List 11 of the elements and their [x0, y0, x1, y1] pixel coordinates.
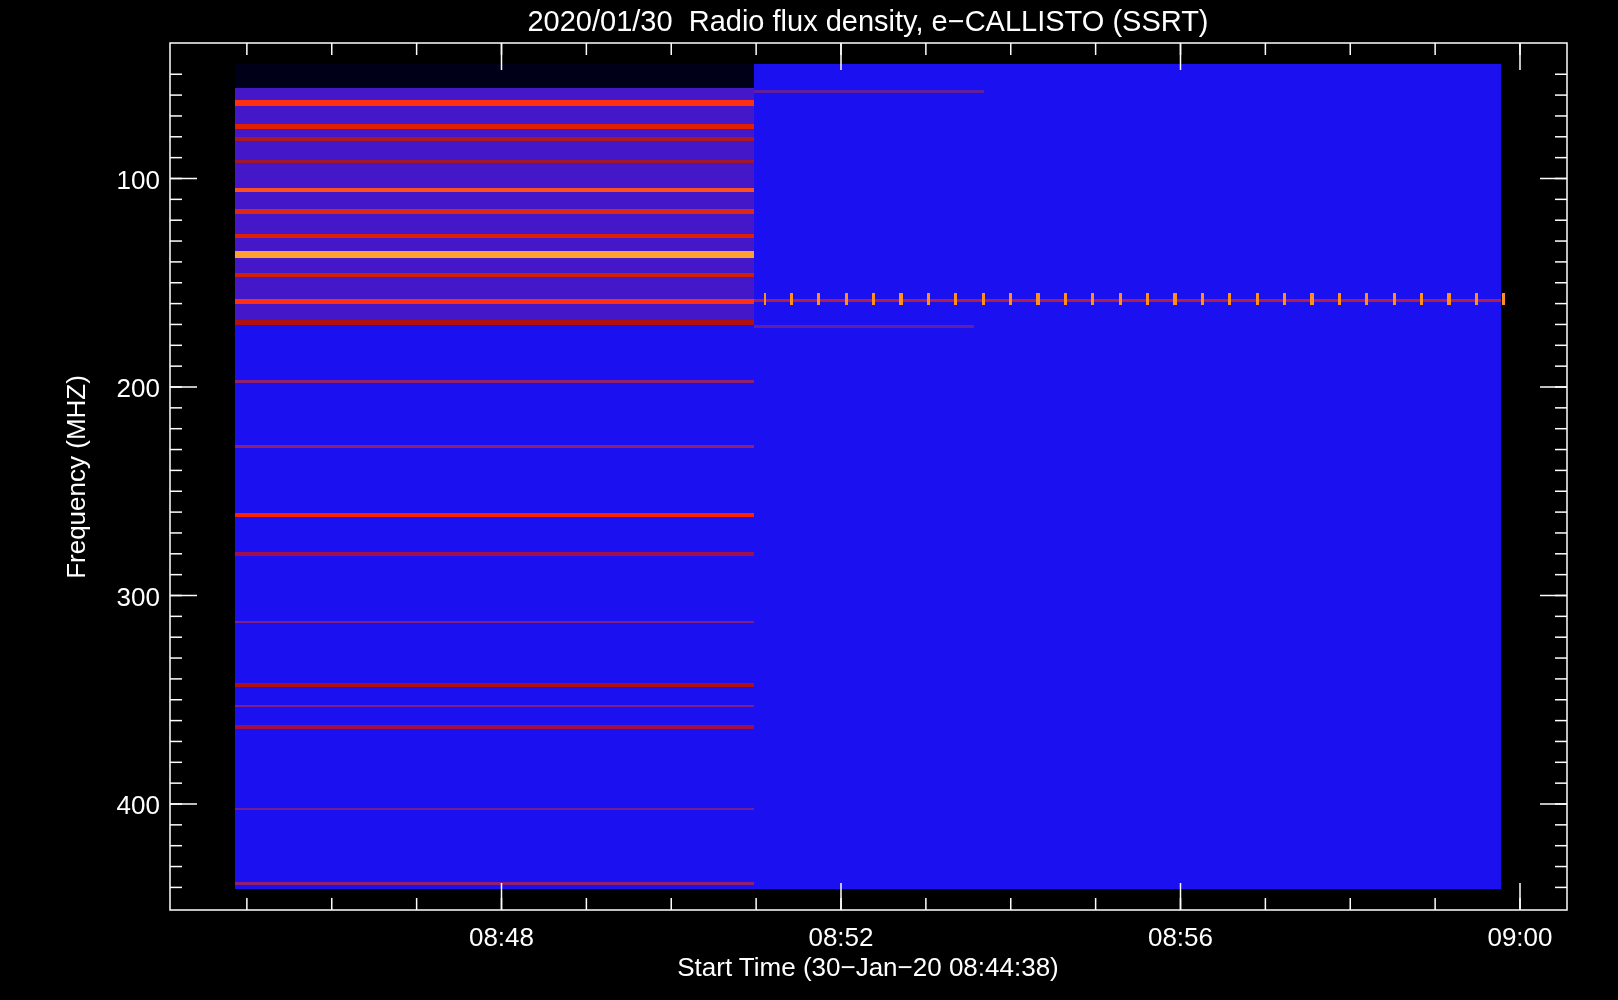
x-axis-label: Start Time (30−Jan−20 08:44:38) [677, 952, 1059, 982]
tick-label: 100 [116, 164, 160, 195]
tick-label: 08:48 [468, 922, 535, 952]
y-axis-label: Frequency (MHZ) [61, 375, 91, 579]
tick-label: 08:56 [1147, 922, 1214, 952]
tick-label: 09:00 [1487, 922, 1553, 952]
tick-label: 200 [116, 373, 160, 403]
tick-label: 300 [116, 581, 160, 612]
chart-title: 2020/01/30 Radio flux density, e−CALLISTO (SSRT) [527, 5, 1209, 37]
tick-label: 08:52 [808, 922, 874, 952]
tick-label: 400 [116, 790, 160, 820]
